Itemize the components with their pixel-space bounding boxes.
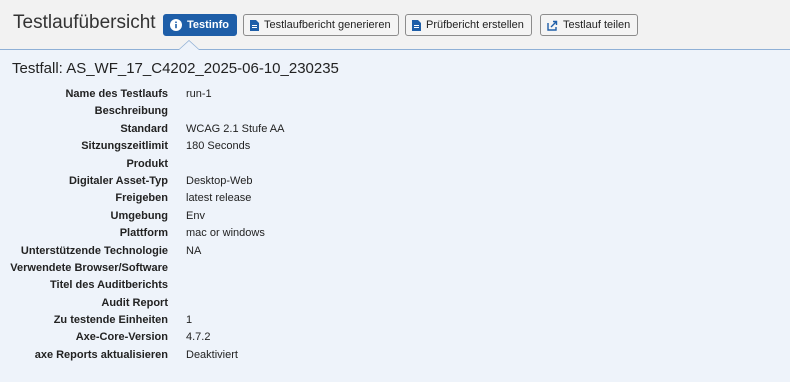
- document-icon: [250, 19, 259, 31]
- detail-row: Audit Report: [0, 296, 790, 313]
- detail-value: NA: [186, 244, 202, 257]
- generate-report-button[interactable]: Testlaufbericht generieren: [243, 14, 399, 36]
- detail-row: Sitzungszeitlimit 180 Seconds: [0, 139, 790, 156]
- detail-value: WCAG 2.1 Stufe AA: [186, 122, 285, 135]
- detail-label: Unterstützende Technologie: [20, 244, 168, 257]
- detail-label: Produkt: [126, 157, 168, 170]
- detail-label: Titel des Auditberichts: [50, 279, 168, 292]
- detail-row: Name des Testlaufs run-1: [0, 87, 790, 104]
- detail-row: axe Reports aktualisieren Deaktiviert: [0, 348, 790, 365]
- detail-label: Axe-Core-Version: [75, 331, 168, 344]
- detail-label: Plattform: [119, 227, 168, 240]
- share-icon: [547, 20, 558, 31]
- detail-label: Digitaler Asset-Typ: [68, 174, 168, 187]
- detail-row: Digitaler Asset-Typ Desktop-Web: [0, 174, 790, 191]
- detail-value: mac or windows: [186, 227, 265, 240]
- create-audit-report-button-label: Prüfbericht erstellen: [426, 19, 524, 31]
- detail-label: Freigeben: [115, 192, 168, 205]
- detail-label: Zu testende Einheiten: [53, 314, 168, 327]
- detail-label: Umgebung: [110, 209, 168, 222]
- detail-row: Umgebung Env: [0, 209, 790, 226]
- detail-row: Produkt: [0, 157, 790, 174]
- detail-row: Unterstützende Technologie NA: [0, 244, 790, 261]
- detail-label: Standard: [120, 122, 168, 135]
- detail-label: Verwendete Browser/Software: [10, 261, 168, 274]
- detail-label: Audit Report: [101, 296, 168, 309]
- document-icon: [412, 19, 421, 31]
- testfall-heading: Testfall: AS_WF_17_C4202_2025-06-10_2302…: [12, 60, 339, 77]
- detail-value: 1: [186, 314, 193, 327]
- detail-label: Beschreibung: [94, 105, 168, 118]
- detail-row: Plattform mac or windows: [0, 226, 790, 243]
- detail-label: axe Reports aktualisieren: [34, 348, 168, 361]
- testinfo-button[interactable]: Testinfo: [163, 14, 237, 36]
- detail-row: Beschreibung: [0, 104, 790, 121]
- testinfo-button-label: Testinfo: [187, 19, 229, 31]
- generate-report-button-label: Testlaufbericht generieren: [264, 19, 391, 31]
- detail-value: 4.7.2: [186, 331, 211, 344]
- detail-row: Verwendete Browser/Software: [0, 261, 790, 278]
- detail-row: Zu testende Einheiten 1: [0, 313, 790, 330]
- header-bar: Testlaufübersicht Testinfo Testlaufberic…: [0, 0, 790, 50]
- detail-value: Deaktiviert: [186, 348, 238, 361]
- create-audit-report-button[interactable]: Prüfbericht erstellen: [405, 14, 532, 36]
- detail-row: Axe-Core-Version 4.7.2: [0, 330, 790, 347]
- details-list: Name des Testlaufs run-1 Beschreibung Sta…: [0, 87, 790, 365]
- page-title: Testlaufübersicht: [13, 12, 156, 33]
- detail-value: 180 Seconds: [186, 140, 251, 153]
- detail-value: Env: [186, 209, 205, 222]
- detail-value: latest release: [186, 192, 252, 205]
- detail-label: Name des Testlaufs: [65, 88, 168, 100]
- share-test-run-button-label: Testlauf teilen: [563, 19, 631, 31]
- detail-row: Titel des Auditberichts: [0, 278, 790, 295]
- detail-value: Desktop-Web: [186, 174, 253, 187]
- detail-label: Sitzungszeitlimit: [81, 140, 168, 153]
- detail-value: run-1: [186, 88, 212, 100]
- detail-row: Standard WCAG 2.1 Stufe AA: [0, 122, 790, 139]
- info-icon: [170, 19, 182, 31]
- detail-row: Freigeben latest release: [0, 191, 790, 208]
- share-test-run-button[interactable]: Testlauf teilen: [540, 14, 639, 36]
